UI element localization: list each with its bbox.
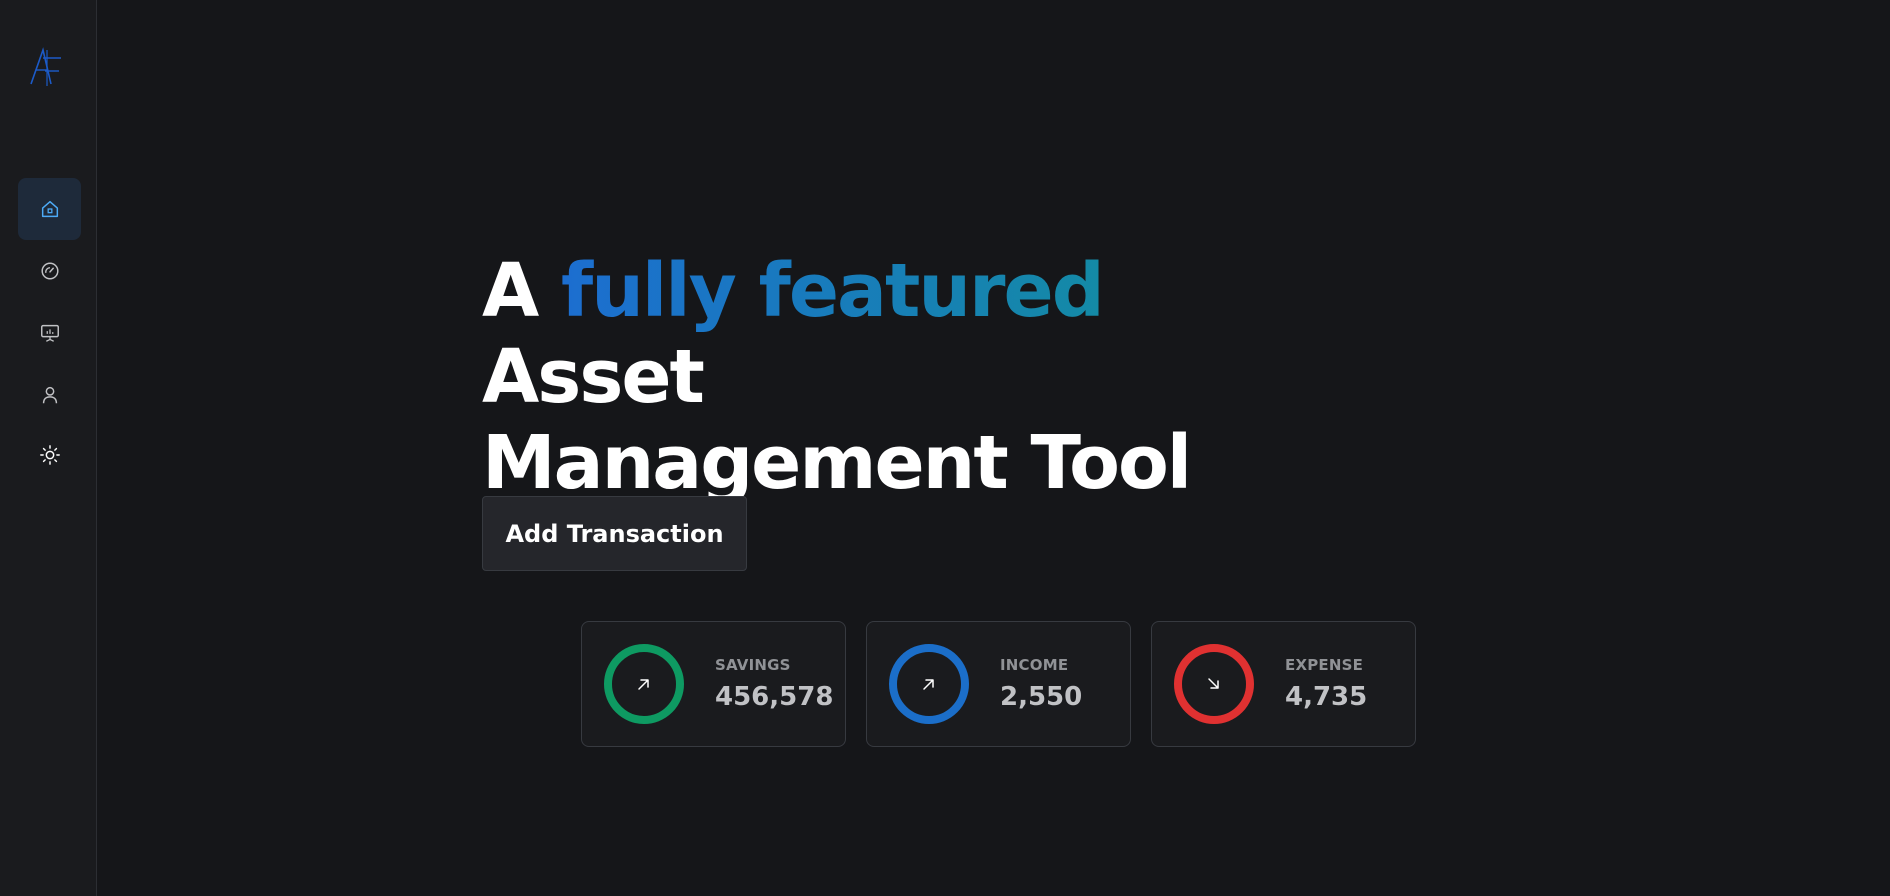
savings-ring — [604, 644, 684, 724]
sidebar-item-reports[interactable] — [18, 302, 81, 364]
stat-card-expense: EXPENSE 4,735 — [1151, 621, 1416, 747]
add-transaction-button[interactable]: Add Transaction — [482, 496, 747, 571]
stat-value: 2,550 — [1000, 682, 1083, 712]
stat-value: 4,735 — [1285, 682, 1368, 712]
gauge-icon — [40, 262, 59, 280]
hero-line2: Management Tool — [482, 420, 1192, 506]
sidebar-item-dashboard[interactable] — [18, 240, 81, 302]
expense-ring — [1174, 644, 1254, 724]
arrow-up-right-icon — [638, 679, 649, 690]
presentation-chart-icon — [40, 324, 59, 342]
app-logo[interactable] — [27, 46, 67, 90]
hero-title: A fully featured Asset Management Tool — [482, 248, 1242, 506]
hero-prefix: A — [482, 248, 562, 334]
stat-label: INCOME — [1000, 656, 1069, 674]
hero-suffix: Asset — [482, 334, 705, 420]
sidebar — [0, 0, 97, 896]
sun-icon — [39, 445, 60, 465]
stat-label: EXPENSE — [1285, 656, 1364, 674]
income-ring — [889, 644, 969, 724]
user-icon — [42, 386, 57, 404]
stat-card-savings: SAVINGS 456,578 — [581, 621, 846, 747]
arrow-down-right-icon — [1208, 678, 1219, 689]
stat-card-income: INCOME 2,550 — [866, 621, 1131, 747]
stat-label: SAVINGS — [715, 656, 791, 674]
hero-highlight: fully featured — [561, 248, 1105, 334]
sidebar-item-home[interactable] — [18, 178, 81, 240]
sidebar-item-profile[interactable] — [18, 364, 81, 426]
logo-icon — [30, 47, 61, 86]
arrow-up-right-icon — [923, 679, 934, 690]
stat-value: 456,578 — [715, 682, 834, 712]
theme-toggle[interactable] — [18, 424, 81, 486]
home-icon — [41, 200, 58, 218]
